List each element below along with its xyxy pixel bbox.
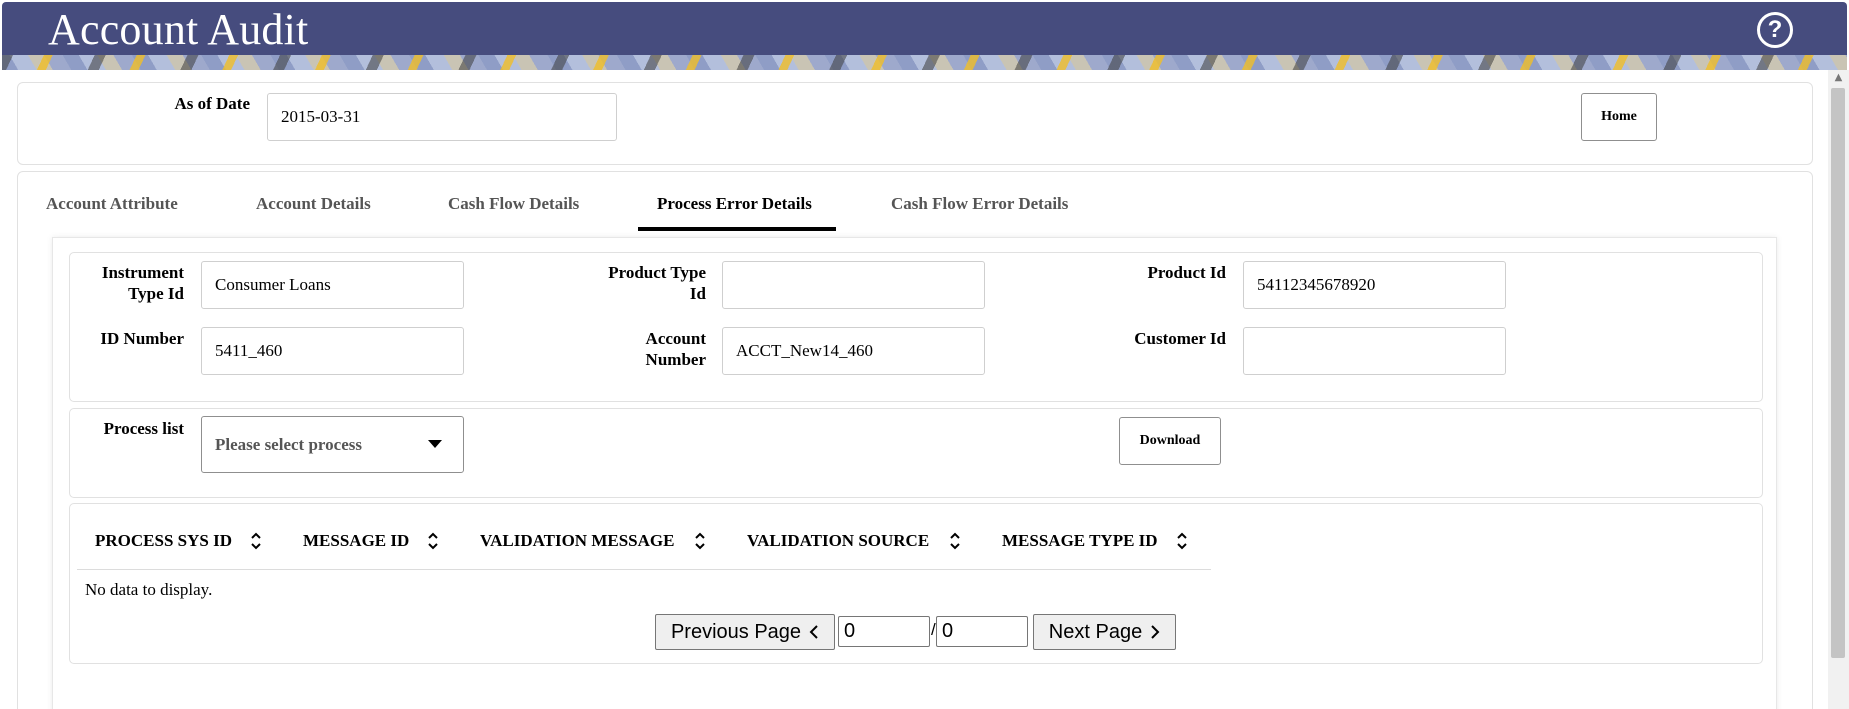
table-header-divider [77, 569, 1211, 570]
sort-icon[interactable] [1175, 530, 1189, 552]
next-page-label: Next Page [1048, 620, 1143, 643]
customer-id-label: Customer Id [1134, 329, 1226, 348]
customer-id-input[interactable] [1243, 327, 1506, 375]
sort-icon[interactable] [426, 530, 440, 552]
tab-process-error-details[interactable]: Process Error Details [657, 194, 812, 214]
id-number-label: ID Number [100, 329, 184, 348]
product-id-input[interactable]: 54112345678920 [1243, 261, 1506, 309]
account-number-input[interactable]: ACCT_New14_460 [722, 327, 985, 375]
product-type-id-input[interactable] [722, 261, 985, 309]
instrument-type-id-input[interactable]: Consumer Loans [201, 261, 464, 309]
column-header-validation-source[interactable]: VALIDATION SOURCE [747, 531, 929, 551]
previous-page-label: Previous Page [670, 620, 802, 643]
product-type-id-label: Product Type Id [608, 263, 706, 303]
header-decorative-band [2, 55, 1847, 70]
column-header-validation-message[interactable]: VALIDATION MESSAGE [480, 531, 674, 551]
tab-account-attribute[interactable]: Account Attribute [46, 194, 178, 214]
sort-icon[interactable] [693, 530, 707, 552]
previous-page-button[interactable]: Previous Page [655, 614, 835, 650]
instrument-type-id-label: Instrument Type Id [101, 263, 184, 303]
sort-icon[interactable] [249, 530, 263, 552]
scroll-up-arrow-icon[interactable]: ▲ [1828, 72, 1849, 86]
tab-cash-flow-details[interactable]: Cash Flow Details [448, 194, 579, 214]
page-scrollbar[interactable]: ▲ [1828, 70, 1849, 709]
next-page-button[interactable]: Next Page [1033, 614, 1176, 650]
chevron-down-icon[interactable] [428, 440, 442, 448]
process-select-placeholder: Please select process [215, 434, 362, 454]
tab-account-details[interactable]: Account Details [256, 194, 371, 214]
column-header-process-sys-id[interactable]: PROCESS SYS ID [95, 531, 232, 551]
app-header: Account Audit ? [0, 0, 1849, 70]
current-page-input[interactable]: 0 [838, 616, 930, 647]
process-list-label: Process list [103, 419, 184, 438]
active-tab-indicator [638, 227, 836, 231]
chevron-right-icon [1151, 625, 1160, 639]
column-header-message-id[interactable]: MESSAGE ID [303, 531, 409, 551]
product-id-label: Product Id [1147, 263, 1226, 282]
sort-icon[interactable] [948, 530, 962, 552]
scroll-thumb[interactable] [1831, 88, 1845, 658]
app-title: Account Audit [48, 5, 309, 54]
total-pages-input[interactable]: 0 [936, 616, 1028, 647]
download-button[interactable]: Download [1119, 417, 1221, 465]
chevron-left-icon [809, 625, 818, 639]
as-of-date-label: As of Date [174, 94, 250, 113]
id-number-input[interactable]: 5411_460 [201, 327, 464, 375]
home-button[interactable]: Home [1581, 93, 1657, 141]
process-select[interactable]: Please select process [201, 416, 464, 473]
empty-table-message: No data to display. [85, 580, 213, 599]
column-header-message-type-id[interactable]: MESSAGE TYPE ID [1002, 531, 1158, 551]
as-of-date-input[interactable]: 2015-03-31 [267, 93, 617, 141]
tab-cash-flow-error-details[interactable]: Cash Flow Error Details [891, 194, 1068, 214]
account-number-label: Account Number [645, 329, 706, 369]
help-icon[interactable]: ? [1757, 12, 1793, 48]
